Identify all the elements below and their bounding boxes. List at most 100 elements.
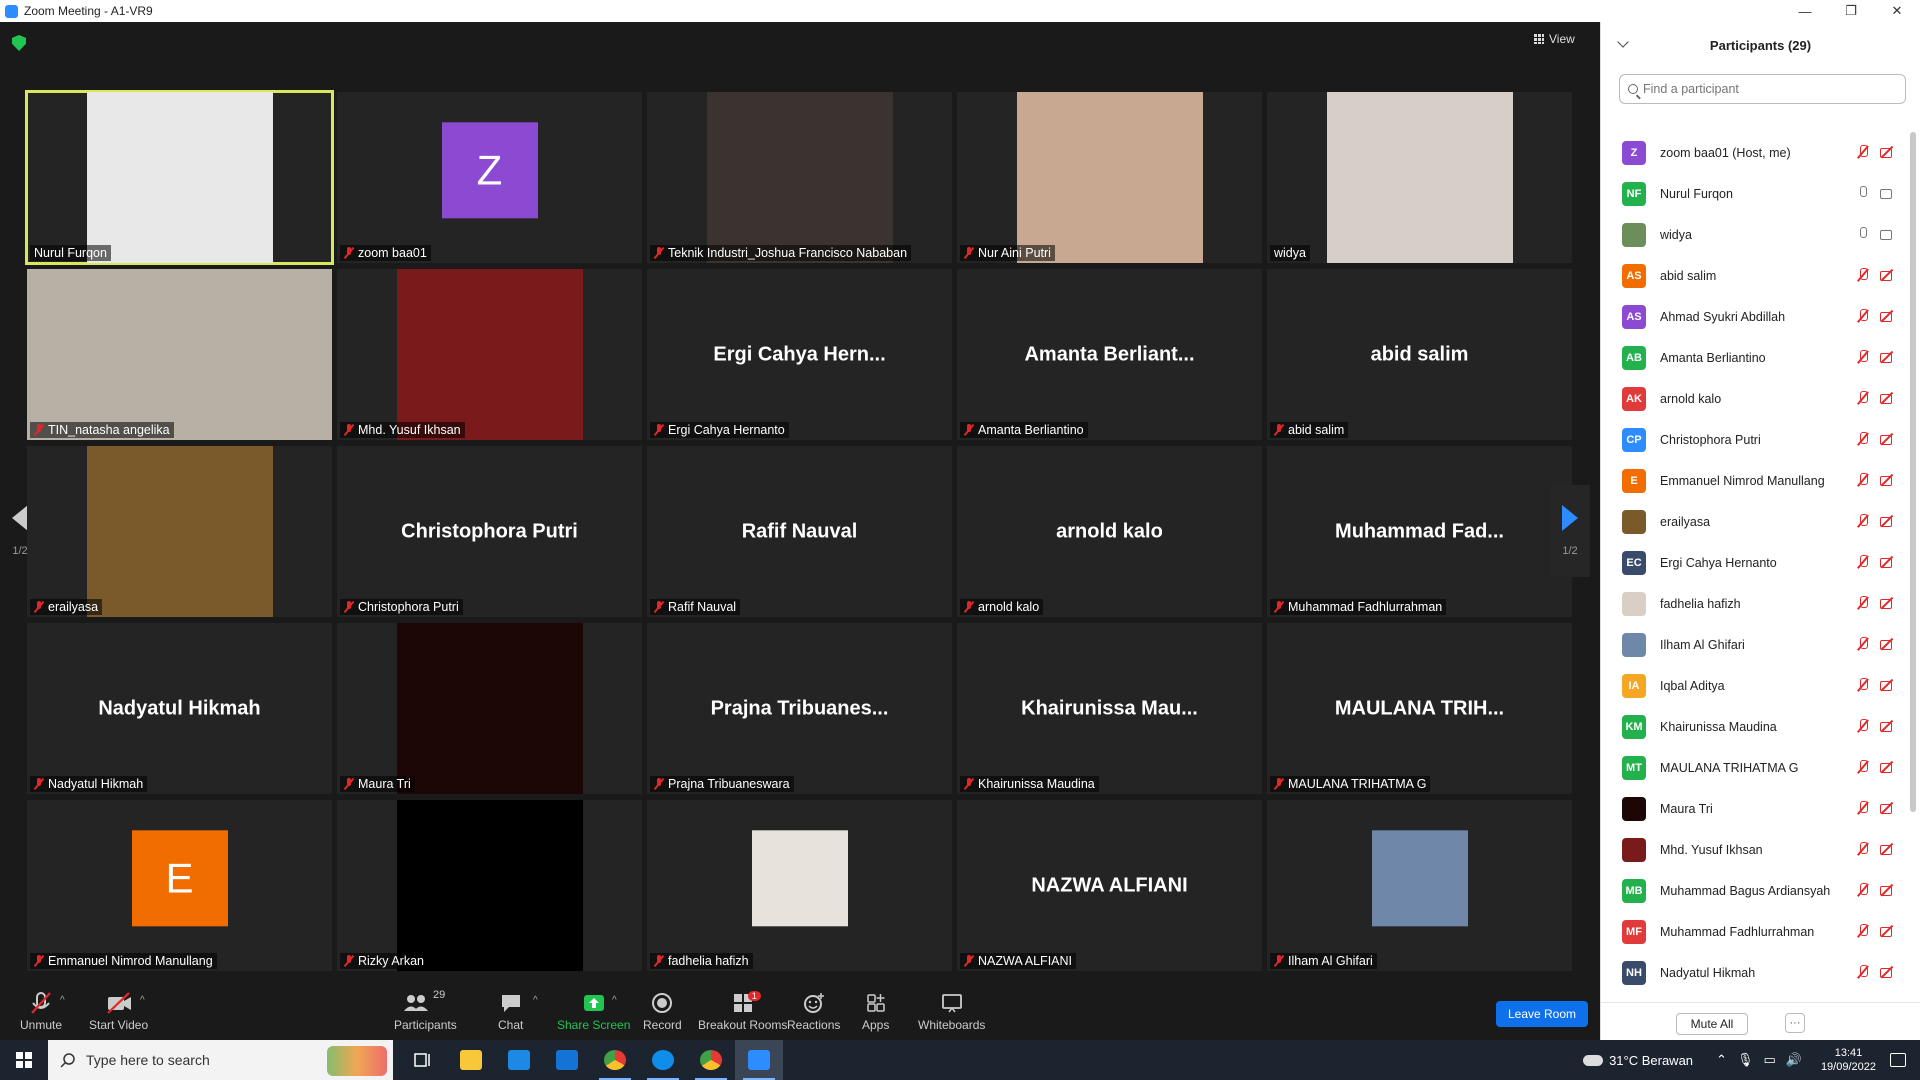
- participant-row[interactable]: IA Iqbal Aditya: [1601, 665, 1906, 706]
- participant-row[interactable]: Mhd. Yusuf Ikhsan: [1601, 829, 1906, 870]
- participant-row[interactable]: Maura Tri: [1601, 788, 1906, 829]
- notification-icon[interactable]: [1890, 1053, 1906, 1067]
- start-button[interactable]: [0, 1040, 48, 1080]
- breakout-rooms-button[interactable]: 1 Breakout Rooms: [698, 991, 787, 1032]
- next-page-button[interactable]: 1/2: [1550, 485, 1590, 577]
- video-options-caret[interactable]: ^: [140, 995, 145, 1006]
- participant-row[interactable]: NF Nurul Furqon: [1601, 173, 1906, 214]
- participant-row[interactable]: fadhelia hafizh: [1601, 583, 1906, 624]
- video-tile[interactable]: Nadyatul Hikmah Nadyatul Hikmah: [27, 623, 332, 794]
- participant-nameplate: zoom baa01: [340, 245, 431, 261]
- video-tile[interactable]: Ergi Cahya Hern... Ergi Cahya Hernanto: [647, 269, 952, 440]
- microsoft-store-button[interactable]: [495, 1040, 543, 1080]
- video-tile[interactable]: Amanta Berliant... Amanta Berliantino: [957, 269, 1262, 440]
- tile-display-name: Rafif Nauval: [741, 520, 858, 542]
- zoom-taskbar-button[interactable]: [735, 1040, 783, 1080]
- participant-row[interactable]: AS Ahmad Syukri Abdillah: [1601, 296, 1906, 337]
- maximize-button[interactable]: ❐: [1828, 0, 1874, 22]
- video-tile[interactable]: Rizky Arkan: [337, 800, 642, 971]
- microphone-muted-icon: [344, 247, 354, 259]
- video-tile[interactable]: Zzoom baa01: [337, 92, 642, 263]
- mute-all-button[interactable]: Mute All: [1676, 1013, 1748, 1035]
- video-tile[interactable]: MAULANA TRIH... MAULANA TRIHATMA G: [1267, 623, 1572, 794]
- audio-options-caret[interactable]: ^: [60, 995, 65, 1006]
- encryption-shield-icon[interactable]: [12, 35, 26, 51]
- video-tile[interactable]: Nurul Furqon: [25, 90, 334, 265]
- video-tile[interactable]: Ilham Al Ghifari: [1267, 800, 1572, 971]
- mail-icon: [556, 1050, 578, 1070]
- participant-row[interactable]: AB Amanta Berliantino: [1601, 337, 1906, 378]
- participant-list-scrollbar[interactable]: [1910, 132, 1916, 812]
- participant-row[interactable]: E Emmanuel Nimrod Manullang: [1601, 460, 1906, 501]
- chat-button[interactable]: Chat: [498, 991, 523, 1032]
- weather-widget[interactable]: 31°C Berawan: [1583, 1053, 1693, 1068]
- participant-row[interactable]: widya: [1601, 214, 1906, 255]
- participant-row[interactable]: AK arnold kalo: [1601, 378, 1906, 419]
- clock[interactable]: 13:41 19/09/2022: [1821, 1046, 1876, 1074]
- video-tile[interactable]: Mhd. Yusuf Ikhsan: [337, 269, 642, 440]
- video-tile[interactable]: Teknik Industri_Joshua Francisco Nababan: [647, 92, 952, 263]
- video-tile[interactable]: Rafif Nauval Rafif Nauval: [647, 446, 952, 617]
- network-icon[interactable]: ▭: [1763, 1052, 1775, 1068]
- chevron-down-icon[interactable]: [1617, 36, 1629, 48]
- minimize-button[interactable]: —: [1782, 0, 1828, 22]
- video-tile[interactable]: NAZWA ALFIANI NAZWA ALFIANI: [957, 800, 1262, 971]
- share-options-caret[interactable]: ^: [612, 995, 617, 1006]
- video-tile[interactable]: Prajna Tribuanes... Prajna Tribuaneswara: [647, 623, 952, 794]
- participant-row[interactable]: Ilham Al Ghifari: [1601, 624, 1906, 665]
- video-tile[interactable]: arnold kalo arnold kalo: [957, 446, 1262, 617]
- video-tile[interactable]: Muhammad Fad... Muhammad Fadhlurrahman: [1267, 446, 1572, 617]
- participant-status-icons: [1856, 596, 1894, 610]
- view-button[interactable]: View: [1534, 32, 1575, 46]
- teamviewer-button[interactable]: [639, 1040, 687, 1080]
- participant-row[interactable]: KM Khairunissa Maudina: [1601, 706, 1906, 747]
- video-tile[interactable]: erailyasa: [27, 446, 332, 617]
- close-button[interactable]: ✕: [1874, 0, 1920, 22]
- participant-nameplate: widya: [1270, 245, 1310, 261]
- chrome-profile-button[interactable]: [687, 1040, 735, 1080]
- participant-row[interactable]: Zzoom baa01 (Host, me): [1601, 132, 1906, 173]
- participant-search[interactable]: [1619, 74, 1906, 104]
- participant-row[interactable]: NH Nadyatul Hikmah: [1601, 952, 1906, 993]
- apps-button[interactable]: Apps: [862, 991, 889, 1032]
- chrome-button[interactable]: [591, 1040, 639, 1080]
- task-view-button[interactable]: [399, 1040, 447, 1080]
- video-tile[interactable]: E Emmanuel Nimrod Manullang: [27, 800, 332, 971]
- video-tile[interactable]: fadhelia hafizh: [647, 800, 952, 971]
- reactions-button[interactable]: Reactions: [787, 991, 840, 1032]
- video-tile[interactable]: Khairunissa Mau... Khairunissa Maudina: [957, 623, 1262, 794]
- participant-search-input[interactable]: [1643, 82, 1883, 96]
- unmute-button[interactable]: Unmute: [20, 991, 62, 1032]
- file-explorer-button[interactable]: [447, 1040, 495, 1080]
- video-tile[interactable]: TIN_natasha angelika: [27, 269, 332, 440]
- participant-row[interactable]: erailyasa: [1601, 501, 1906, 542]
- chat-options-caret[interactable]: ^: [533, 995, 538, 1006]
- more-options-button[interactable]: ···: [1785, 1013, 1805, 1033]
- taskbar-search[interactable]: Type here to search: [48, 1040, 393, 1080]
- share-screen-button[interactable]: Share Screen: [557, 991, 630, 1032]
- avatar: AS: [1622, 304, 1646, 329]
- participant-row[interactable]: MB Muhammad Bagus Ardiansyah: [1601, 870, 1906, 911]
- video-tile[interactable]: Nur Aini Putri: [957, 92, 1262, 263]
- whiteboards-button[interactable]: Whiteboards: [918, 991, 985, 1032]
- participants-button[interactable]: Participants: [394, 991, 457, 1032]
- video-tile[interactable]: Christophora Putri Christophora Putri: [337, 446, 642, 617]
- chevron-up-icon[interactable]: ⌃: [1716, 1052, 1727, 1068]
- mail-button[interactable]: [543, 1040, 591, 1080]
- participant-row[interactable]: MF Muhammad Fadhlurrahman: [1601, 911, 1906, 952]
- participant-row[interactable]: AS abid salim: [1601, 255, 1906, 296]
- video-tile[interactable]: Maura Tri: [337, 623, 642, 794]
- participant-row[interactable]: MT MAULANA TRIHATMA G: [1601, 747, 1906, 788]
- microphone-muted-icon: [31, 992, 51, 1014]
- leave-room-button[interactable]: Leave Room: [1496, 1001, 1588, 1027]
- video-tile[interactable]: widya: [1267, 92, 1572, 263]
- participant-row[interactable]: EC Ergi Cahya Hernanto: [1601, 542, 1906, 583]
- microphone-tray-icon[interactable]: 🎙: [1737, 1052, 1754, 1068]
- participant-row[interactable]: CP Christophora Putri: [1601, 419, 1906, 460]
- participants-label: Participants: [394, 1018, 457, 1032]
- participant-nameplate: Teknik Industri_Joshua Francisco Nababan: [650, 245, 912, 261]
- volume-icon[interactable]: 🔊: [1786, 1052, 1802, 1068]
- participant-nameplate: fadhelia hafizh: [650, 953, 753, 969]
- video-tile[interactable]: abid salim abid salim: [1267, 269, 1572, 440]
- record-button[interactable]: Record: [643, 991, 682, 1032]
